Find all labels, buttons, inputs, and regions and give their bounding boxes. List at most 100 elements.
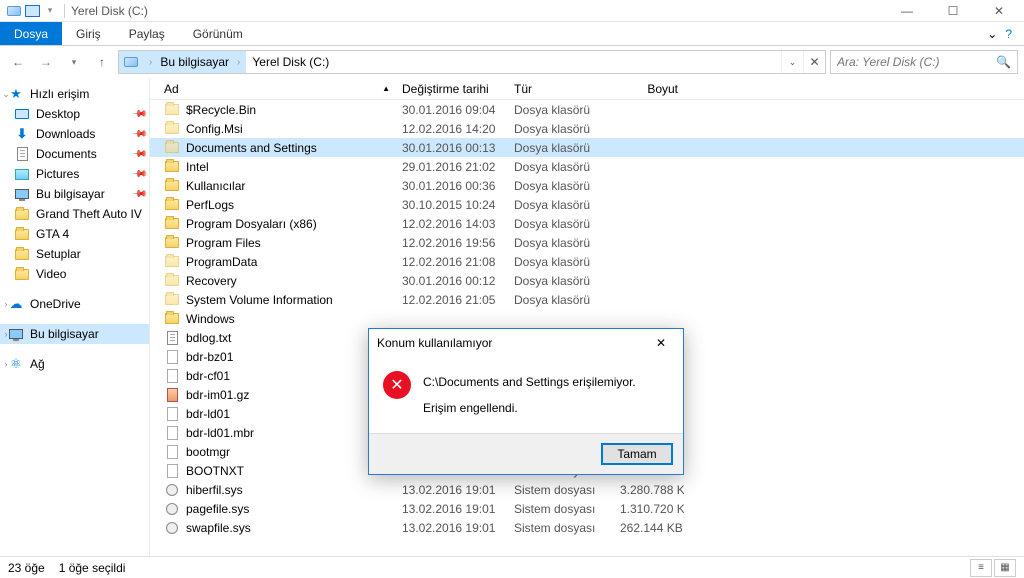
expand-icon[interactable]: › [0, 359, 12, 369]
sidebar-item[interactable]: Desktop📌 [0, 104, 149, 124]
table-row[interactable]: Kullanıcılar30.01.2016 00:36Dosya klasör… [150, 176, 1024, 195]
address-bar[interactable]: ›Bu bilgisayar› Yerel Disk (C:) ⌄ ✕ [118, 50, 826, 74]
minimize-button[interactable]: — [884, 0, 930, 22]
breadcrumb-location[interactable]: Yerel Disk (C:) [246, 51, 335, 73]
nav-label: GTA 4 [36, 227, 69, 241]
cell-name: BOOTNXT [158, 463, 396, 479]
search-input[interactable] [837, 55, 996, 69]
table-row[interactable]: Program Files12.02.2016 19:56Dosya klasö… [150, 233, 1024, 252]
location-icon[interactable] [119, 51, 143, 73]
file-name: Config.Msi [186, 122, 243, 136]
sidebar-item[interactable]: Documents📌 [0, 144, 149, 164]
nav-label: Setuplar [36, 247, 81, 261]
dialog-ok-button[interactable]: Tamam [601, 443, 673, 465]
table-row[interactable]: Intel29.01.2016 21:02Dosya klasörü [150, 157, 1024, 176]
cell-name: bootmgr [158, 444, 396, 460]
sidebar-item[interactable]: Grand Theft Auto IV [0, 204, 149, 224]
file-name: Kullanıcılar [186, 179, 245, 193]
cell-date: 12.02.2016 21:08 [396, 255, 508, 269]
maximize-button[interactable]: ☐ [930, 0, 976, 22]
help-icon[interactable]: ? [1005, 27, 1012, 41]
navigation-pane: ⌄ ★ Hızlı erişim Desktop📌⬇Downloads📌Docu… [0, 78, 150, 556]
address-dropdown-button[interactable]: ⌄ [781, 51, 803, 73]
sidebar-item[interactable]: Pictures📌 [0, 164, 149, 184]
cell-name: Windows [158, 311, 396, 327]
nav-this-pc[interactable]: › Bu bilgisayar [0, 324, 149, 344]
qat-dropdown-icon[interactable]: ▾ [42, 3, 58, 19]
table-row[interactable]: Windows [150, 309, 1024, 328]
tab-file[interactable]: Dosya [0, 22, 62, 45]
file-name: bdr-bz01 [186, 350, 233, 364]
close-button[interactable]: ✕ [976, 0, 1022, 22]
nav-label: Ağ [30, 357, 45, 371]
file-name: ProgramData [186, 255, 257, 269]
up-button[interactable]: ↑ [90, 50, 114, 74]
table-row[interactable]: hiberfil.sys13.02.2016 19:01Sistem dosya… [150, 480, 1024, 499]
view-icons-button[interactable]: ▦ [994, 559, 1016, 577]
column-label: Boyut [647, 82, 678, 96]
cell-date: 30.01.2016 09:04 [396, 103, 508, 117]
cell-name: bdr-ld01.mbr [158, 425, 396, 441]
nav-network[interactable]: › ⚛ Ağ [0, 354, 149, 374]
column-type[interactable]: Tür [508, 78, 614, 99]
cell-size: 262.144 KB [614, 521, 684, 535]
back-button[interactable]: ← [6, 50, 30, 74]
view-switcher: ≡ ▦ [970, 559, 1016, 577]
table-row[interactable]: pagefile.sys13.02.2016 19:01Sistem dosya… [150, 499, 1024, 518]
table-row[interactable]: ProgramData12.02.2016 21:08Dosya klasörü [150, 252, 1024, 271]
cell-name: Config.Msi [158, 121, 396, 137]
sidebar-item[interactable]: Setuplar [0, 244, 149, 264]
sidebar-item[interactable]: ⬇Downloads📌 [0, 124, 149, 144]
cell-date: 12.02.2016 19:56 [396, 236, 508, 250]
cell-name: Intel [158, 159, 396, 175]
tab-view[interactable]: Görünüm [179, 22, 257, 45]
cell-type: Dosya klasörü [508, 103, 614, 117]
recent-locations-button[interactable]: ▾ [62, 50, 86, 74]
expand-icon[interactable]: › [0, 299, 12, 309]
cell-name: System Volume Information [158, 292, 396, 308]
refresh-button[interactable]: ✕ [803, 51, 825, 73]
forward-button[interactable]: → [34, 50, 58, 74]
cell-name: bdr-bz01 [158, 349, 396, 365]
nav-onedrive[interactable]: › ☁ OneDrive [0, 294, 149, 314]
tab-share[interactable]: Paylaş [115, 22, 179, 45]
cell-date: 13.02.2016 19:01 [396, 521, 508, 535]
ribbon-collapse[interactable]: ⌄? [975, 22, 1024, 45]
tab-home[interactable]: Giriş [62, 22, 115, 45]
table-row[interactable]: Recovery30.01.2016 00:12Dosya klasörü [150, 271, 1024, 290]
expand-icon[interactable]: ⌄ [0, 89, 12, 100]
quick-access-toolbar: ▾ [6, 3, 58, 19]
cell-date: 12.02.2016 14:20 [396, 122, 508, 136]
sidebar-item[interactable]: Bu bilgisayar 📌 [0, 184, 149, 204]
sidebar-item[interactable]: Video [0, 264, 149, 284]
column-date[interactable]: Değiştirme tarihi [396, 78, 508, 99]
pc-icon [24, 3, 40, 19]
table-row[interactable]: swapfile.sys13.02.2016 19:01Sistem dosya… [150, 518, 1024, 537]
cell-type: Dosya klasörü [508, 236, 614, 250]
table-row[interactable]: $Recycle.Bin30.01.2016 09:04Dosya klasör… [150, 100, 1024, 119]
column-name[interactable]: Ad▲ [158, 78, 396, 99]
status-bar: 23 öğe 1 öğe seçildi ≡ ▦ [0, 556, 1024, 578]
table-row[interactable]: Documents and Settings30.01.2016 00:13Do… [150, 138, 1024, 157]
breadcrumb-this-pc[interactable]: ›Bu bilgisayar› [143, 51, 246, 73]
nav-quick-access[interactable]: ⌄ ★ Hızlı erişim [0, 84, 149, 104]
dialog-close-button[interactable]: ✕ [647, 333, 675, 353]
dialog-text: C:\Documents and Settings erişilemiyor. … [423, 371, 636, 415]
table-row[interactable]: Program Dosyaları (x86)12.02.2016 14:03D… [150, 214, 1024, 233]
table-row[interactable]: System Volume Information12.02.2016 21:0… [150, 290, 1024, 309]
cell-name: bdr-cf01 [158, 368, 396, 384]
nav-label: Video [36, 267, 66, 281]
cell-name: Kullanıcılar [158, 178, 396, 194]
pin-icon: 📌 [130, 186, 147, 203]
search-box[interactable]: 🔍 [830, 50, 1018, 74]
table-row[interactable]: Config.Msi12.02.2016 14:20Dosya klasörü [150, 119, 1024, 138]
column-size[interactable]: Boyut [614, 78, 684, 99]
table-row[interactable]: PerfLogs30.10.2015 10:24Dosya klasörü [150, 195, 1024, 214]
sidebar-item[interactable]: GTA 4 [0, 224, 149, 244]
cell-name: pagefile.sys [158, 501, 396, 517]
ribbon-tabs: Dosya Giriş Paylaş Görünüm ⌄? [0, 22, 1024, 46]
nav-label: Bu bilgisayar [36, 187, 105, 201]
pc-icon [8, 326, 24, 342]
view-details-button[interactable]: ≡ [970, 559, 992, 577]
chevron-down-icon: ⌄ [987, 27, 997, 41]
